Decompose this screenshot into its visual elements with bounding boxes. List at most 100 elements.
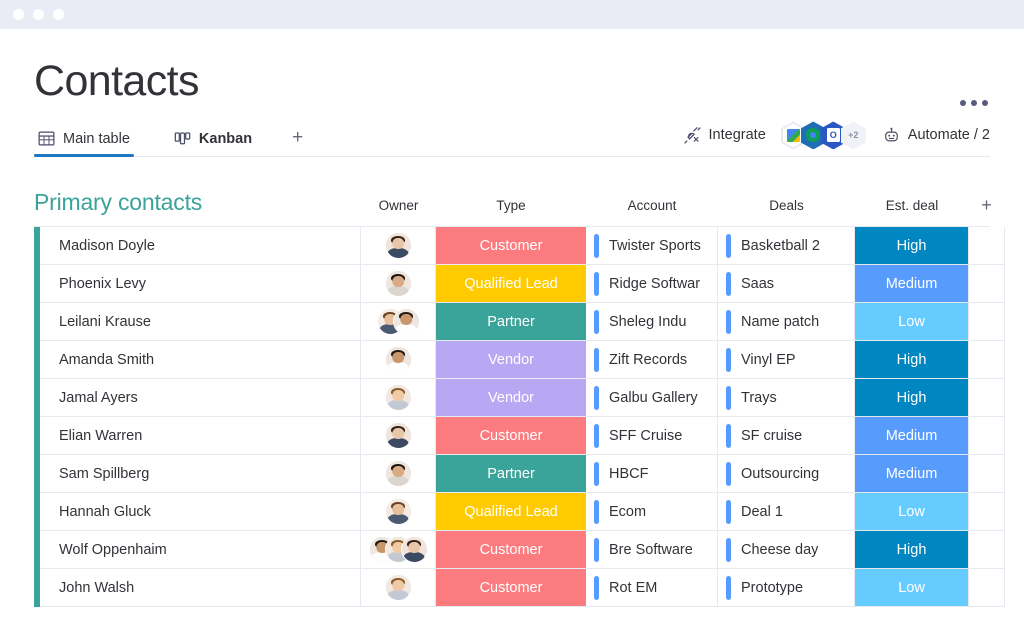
deals-cell[interactable]: Basketball 2 [718,227,855,265]
est-deal-status-cell[interactable]: Low [855,569,969,607]
account-cell[interactable]: Twister Sports [586,227,718,265]
board-options-menu-button[interactable] [960,100,988,106]
owner-cell[interactable] [361,227,436,265]
avatar [384,574,412,602]
add-column-button[interactable]: + [969,195,1004,216]
deals-cell[interactable]: Outsourcing [718,455,855,493]
type-status-cell[interactable]: Vendor [436,379,586,417]
window-dot-minimize[interactable] [33,9,44,20]
deal-label: Trays [741,389,777,406]
contact-name-cell[interactable]: Amanda Smith [40,341,361,379]
type-status-cell[interactable]: Customer [436,417,586,455]
deals-cell[interactable]: SF cruise [718,417,855,455]
link-pill [594,537,599,562]
type-status-cell[interactable]: Partner [436,455,586,493]
column-header-owner[interactable]: Owner [361,198,436,216]
deals-cell[interactable]: Deal 1 [718,493,855,531]
account-cell[interactable]: Ecom [586,493,718,531]
table-row[interactable]: Elian Warren Customer SFF Cruise SF cruise M… [40,417,1004,456]
deals-cell[interactable]: Saas [718,265,855,303]
table-row[interactable]: John Walsh Customer Rot EM Prototype Low [40,569,1004,608]
tab-main-table[interactable]: Main table [34,130,134,158]
contact-name-cell[interactable]: Wolf Oppenhaim [40,531,361,569]
avatar [384,460,412,488]
est-deal-status-cell[interactable]: Medium [855,455,969,493]
type-status-cell[interactable]: Qualified Lead [436,265,586,303]
column-header-account[interactable]: Account [586,198,718,216]
owner-cell[interactable] [361,303,436,341]
est-deal-status-cell[interactable]: High [855,227,969,265]
tab-kanban[interactable]: Kanban [170,130,256,156]
contact-name-cell[interactable]: Phoenix Levy [40,265,361,303]
type-status-cell[interactable]: Partner [436,303,586,341]
est-deal-status-cell[interactable]: Low [855,493,969,531]
deals-cell[interactable]: Vinyl EP [718,341,855,379]
type-status-cell[interactable]: Customer [436,227,586,265]
contact-name-cell[interactable]: Leilani Krause [40,303,361,341]
contact-name-cell[interactable]: Sam Spillberg [40,455,361,493]
table-row[interactable]: Amanda Smith Vendor Zift Records Vinyl EP Hi… [40,341,1004,380]
est-deal-status-cell[interactable]: Medium [855,417,969,455]
table-icon [38,130,55,147]
account-cell[interactable]: Ridge Softwar [586,265,718,303]
deals-cell[interactable]: Trays [718,379,855,417]
est-deal-status-cell[interactable]: High [855,379,969,417]
type-status-cell[interactable]: Vendor [436,341,586,379]
type-status-cell[interactable]: Qualified Lead [436,493,586,531]
avatar [384,346,412,374]
column-header-deals[interactable]: Deals [718,198,855,216]
avatar-group [384,498,412,526]
account-cell[interactable]: Sheleg Indu [586,303,718,341]
table-row[interactable]: Madison Doyle Customer Twister Sports Baske… [40,227,1004,266]
owner-cell[interactable] [361,417,436,455]
avatar-group [384,422,412,450]
contact-name-cell[interactable]: Elian Warren [40,417,361,455]
robot-icon [883,127,900,144]
automate-button[interactable]: Automate / 2 [883,127,990,144]
account-cell[interactable]: Galbu Gallery [586,379,718,417]
more-integrations-badge[interactable]: +2 [840,121,866,150]
account-cell[interactable]: Bre Software [586,531,718,569]
owner-cell[interactable] [361,265,436,303]
account-cell[interactable]: SFF Cruise [586,417,718,455]
account-cell[interactable]: Zift Records [586,341,718,379]
table-row[interactable]: Hannah Gluck Qualified Lead Ecom Deal 1 Low [40,493,1004,532]
deals-cell[interactable]: Cheese day [718,531,855,569]
column-header-type[interactable]: Type [436,198,586,216]
integrate-button[interactable]: Integrate [683,126,766,144]
avatar [384,270,412,298]
table-row[interactable]: Wolf Oppenhaim Customer Bre Software Cheese… [40,531,1004,570]
owner-cell[interactable] [361,531,436,569]
link-pill [594,309,599,334]
contact-name-cell[interactable]: John Walsh [40,569,361,607]
window-dot-maximize[interactable] [53,9,64,20]
table-row[interactable]: Phoenix Levy Qualified Lead Ridge Softwar S… [40,265,1004,304]
integration-badges[interactable]: O +2 [780,121,866,150]
type-status-cell[interactable]: Customer [436,531,586,569]
account-cell[interactable]: HBCF [586,455,718,493]
deals-cell[interactable]: Prototype [718,569,855,607]
deals-cell[interactable]: Name patch [718,303,855,341]
contact-name-cell[interactable]: Jamal Ayers [40,379,361,417]
avatar-group [384,574,412,602]
est-deal-status-cell[interactable]: Medium [855,265,969,303]
account-cell[interactable]: Rot EM [586,569,718,607]
owner-cell[interactable] [361,493,436,531]
table-row[interactable]: Leilani Krause Partner Sheleg Indu Name pat… [40,303,1004,342]
add-view-button[interactable]: + [292,128,303,156]
contact-name-cell[interactable]: Madison Doyle [40,227,361,265]
window-dot-close[interactable] [13,9,24,20]
owner-cell[interactable] [361,569,436,607]
est-deal-status-cell[interactable]: High [855,531,969,569]
table-row[interactable]: Sam Spillberg Partner HBCF Outsourcing Mediu… [40,455,1004,494]
est-deal-status-cell[interactable]: Low [855,303,969,341]
contact-name-cell[interactable]: Hannah Gluck [40,493,361,531]
est-deal-status-cell[interactable]: High [855,341,969,379]
column-header-est-deal[interactable]: Est. deal [855,198,969,216]
type-status-cell[interactable]: Customer [436,569,586,607]
owner-cell[interactable] [361,455,436,493]
owner-cell[interactable] [361,341,436,379]
owner-cell[interactable] [361,379,436,417]
row-tail-cell [969,379,1004,417]
table-row[interactable]: Jamal Ayers Vendor Galbu Gallery Trays High [40,379,1004,418]
